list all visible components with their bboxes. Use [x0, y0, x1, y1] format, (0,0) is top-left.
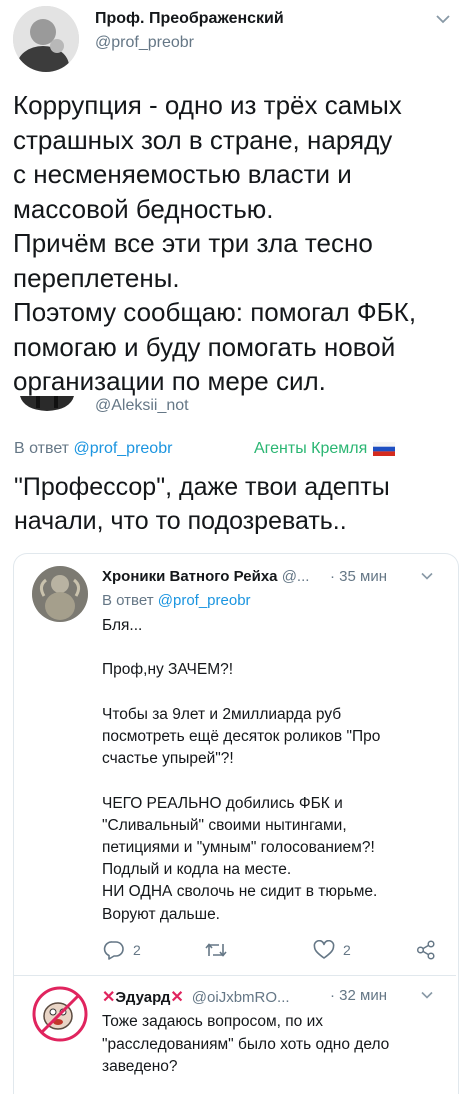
- handle[interactable]: @...: [282, 568, 310, 585]
- quoted-line: [102, 637, 452, 659]
- quoted-line: посмотреть ещё десяток роликов "Про: [102, 727, 381, 745]
- handle[interactable]: @prof_preobr: [95, 34, 194, 52]
- reply-to-link[interactable]: @prof_preobr: [158, 592, 251, 609]
- tweet-line: с несменяемостью власти и: [13, 159, 352, 189]
- like-button[interactable]: 2: [313, 940, 351, 960]
- quoted-line: Чтобы за 9лет и 2миллиарда руб: [102, 705, 342, 723]
- tweet-line: "Профессор", даже твои адепты: [14, 473, 390, 501]
- tweet-text: "Профессор", даже твои адепты начали, чт…: [14, 470, 464, 538]
- avatar-eduard[interactable]: [32, 986, 88, 1042]
- display-name[interactable]: Эдуард: [115, 989, 170, 1006]
- reply-line: заведено?: [102, 1058, 178, 1075]
- quoted-text: Бля... Проф,ну ЗАЧЕМ?! Чтобы за 9лет и 2…: [102, 615, 452, 926]
- reply-text: Тоже задаюсь вопросом, по их "расследова…: [102, 1011, 457, 1079]
- quoted-line: Бля...: [102, 617, 143, 634]
- tweet-line: организации по мере сил.: [13, 366, 326, 396]
- quoted-header: Хроники Ватного Рейха @...: [102, 568, 309, 585]
- reply-header: ✕ Эдуард ✕ @oiJxbmRO...: [102, 987, 290, 1007]
- display-name[interactable]: Хроники Ватного Рейха: [102, 568, 278, 585]
- quoted-line: [102, 682, 452, 704]
- like-count: 2: [343, 942, 351, 958]
- quoted-line: НИ ОДНА сволочь не сидит в тюрьме.: [102, 883, 378, 901]
- reply-prefix: В ответ: [14, 440, 70, 457]
- chevron-down-icon[interactable]: [421, 991, 433, 999]
- cross-mark-icon: ✕: [102, 989, 116, 1006]
- tweet-line: массовой бедностью.: [13, 193, 274, 224]
- quoted-line: Воруют дальше.: [102, 905, 220, 923]
- chevron-down-icon[interactable]: [421, 572, 433, 580]
- tweet-line: Причём все эти три зла тесно: [13, 228, 373, 258]
- account-label[interactable]: Агенты Кремля: [254, 440, 396, 458]
- quoted-line: петициями и "умным" голосованием?!: [102, 838, 375, 856]
- tweet-line: переплетены.: [13, 262, 180, 293]
- tweet-line: начали, что то подозревать..: [14, 507, 347, 535]
- reply-line: Тоже задаюсь вопросом, по их: [102, 1013, 324, 1030]
- retweet-button[interactable]: [204, 941, 228, 959]
- reply-context: В ответ @prof_preobr: [102, 592, 251, 609]
- reply-context: В ответ @prof_preobr: [14, 440, 172, 458]
- tweet-line: Коррупция - одно из трёх самых: [13, 90, 402, 120]
- cross-mark-icon: ✕: [170, 989, 184, 1006]
- tweet-line: помогаю и буду помогать новой: [13, 331, 396, 362]
- reply-icon: [103, 941, 124, 960]
- reply-prefix: В ответ: [102, 592, 154, 609]
- thread-divider: [14, 975, 456, 976]
- reply-to-link[interactable]: @prof_preobr: [73, 440, 172, 457]
- tweet-line: Поэтому сообщаю: помогал ФБК,: [13, 297, 417, 327]
- label-text: Агенты Кремля: [254, 440, 368, 457]
- timestamp[interactable]: · 32 мин: [330, 987, 387, 1004]
- quoted-line: [102, 770, 452, 792]
- russia-flag-icon: [373, 442, 396, 456]
- tweet-text: Коррупция - одно из трёх самых страшных …: [13, 88, 463, 399]
- avatar-prof[interactable]: [13, 6, 79, 72]
- chevron-down-icon[interactable]: [436, 14, 450, 24]
- avatar-khroniki[interactable]: [32, 566, 88, 622]
- reply-button[interactable]: 2: [103, 940, 141, 960]
- quoted-line: счастье упырей"?!: [102, 750, 234, 768]
- reply-line: "расследованиям" было хоть одно дело: [102, 1035, 390, 1053]
- reply-count: 2: [133, 942, 141, 958]
- quoted-line: ЧЕГО РЕАЛЬНО добились ФБК и: [102, 794, 343, 812]
- handle[interactable]: @oiJxbmRO...: [192, 989, 290, 1006]
- quoted-line: Проф,ну ЗАЧЕМ?!: [102, 661, 234, 679]
- retweet-icon: [205, 943, 227, 957]
- handle[interactable]: @Aleksii_not: [95, 397, 189, 415]
- display-name[interactable]: Проф. Преображенский: [95, 10, 284, 28]
- avatar-aleksii[interactable]: [14, 396, 80, 412]
- quoted-line: Подлый и кодла на месте.: [102, 861, 292, 879]
- share-button[interactable]: [416, 940, 436, 960]
- heart-icon: [313, 940, 335, 959]
- quoted-line: "Сливальный" своими нытингами,: [102, 816, 347, 834]
- timestamp[interactable]: · 35 мин: [330, 568, 387, 585]
- share-icon: [416, 940, 435, 960]
- tweet-line: страшных зол в стране, наряду: [13, 124, 393, 155]
